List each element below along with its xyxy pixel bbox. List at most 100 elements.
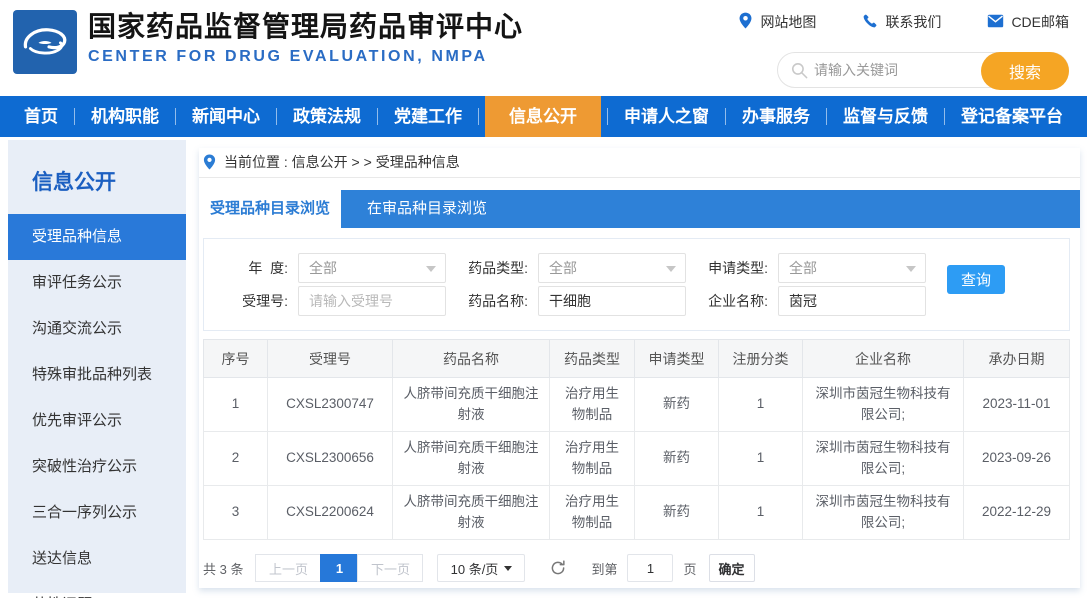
search-input[interactable] [814, 54, 984, 86]
table-cell: 新药 [635, 486, 719, 540]
sidebar-item-受理品种信息[interactable]: 受理品种信息 [8, 214, 186, 260]
table-cell: 治疗用生物制品 [550, 378, 635, 432]
drug-type-select[interactable]: 全部 [538, 253, 686, 283]
column-header-药品类型: 药品类型 [550, 340, 635, 378]
tab-bar: 受理品种目录浏览 在审品种目录浏览 [199, 190, 1080, 228]
drug-type-select-value: 全部 [549, 258, 577, 278]
tab-accepted-catalog[interactable]: 受理品种目录浏览 [199, 190, 341, 228]
nav-item-首页[interactable]: 首页 [14, 96, 68, 137]
apply-type-label: 申请类型: [696, 258, 768, 278]
table-cell: 深圳市茵冠生物科技有限公司; [803, 486, 964, 540]
sidebar-item-共性问题[interactable]: 共性问题 [8, 582, 186, 598]
table-cell: CXSL2300747 [268, 378, 393, 432]
tab-under-review-catalog[interactable]: 在审品种目录浏览 [341, 190, 513, 228]
location-pin-icon [203, 154, 216, 170]
site-title-block: 国家药品监督管理局药品审评中心 CENTER FOR DRUG EVALUATI… [88, 8, 523, 66]
column-header-承办日期: 承办日期 [964, 340, 1070, 378]
table-cell: 人脐带间充质干细胞注射液 [393, 486, 550, 540]
table-cell: 2023-11-01 [964, 378, 1070, 432]
table-header-row: 序号受理号药品名称药品类型申请类型注册分类企业名称承办日期 [204, 340, 1070, 378]
breadcrumb: 当前位置 : 信息公开 > > 受理品种信息 [199, 150, 1080, 178]
quick-link-CDE邮箱[interactable]: CDE邮箱 [987, 12, 1069, 32]
drug-name-filter-group: 药品名称: [456, 286, 686, 316]
sidebar-item-特殊审批品种列表[interactable]: 特殊审批品种列表 [8, 352, 186, 398]
location-pin-icon [738, 12, 753, 32]
confirm-button[interactable]: 确定 [709, 554, 755, 582]
page: 国家药品监督管理局药品审评中心 CENTER FOR DRUG EVALUATI… [0, 0, 1087, 598]
year-select[interactable]: 全部 [298, 253, 446, 283]
nav-item-办事服务[interactable]: 办事服务 [732, 96, 820, 137]
table-cell: 1 [719, 432, 803, 486]
table-row-3[interactable]: 3CXSL2200624人脐带间充质干细胞注射液治疗用生物制品新药1深圳市茵冠生… [204, 486, 1070, 540]
nav-separator [944, 108, 945, 125]
pagination: 共 3 条 上一页 1 下一页 10 条/页 到第 页 确定 [199, 554, 1080, 582]
sidebar-item-送达信息[interactable]: 送达信息 [8, 536, 186, 582]
apply-type-filter-group: 申请类型: 全部 [696, 253, 926, 283]
column-header-序号: 序号 [204, 340, 268, 378]
chevron-down-icon [666, 266, 676, 272]
cde-logo[interactable] [13, 10, 77, 74]
sidebar: 信息公开 受理品种信息审评任务公示沟通交流公示特殊审批品种列表优先审评公示突破性… [8, 140, 186, 593]
table-cell: CXSL2200624 [268, 486, 393, 540]
sidebar-title: 信息公开 [8, 140, 186, 214]
table-row-1[interactable]: 1CXSL2300747人脐带间充质干细胞注射液治疗用生物制品新药1深圳市茵冠生… [204, 378, 1070, 432]
sidebar-items: 受理品种信息审评任务公示沟通交流公示特殊审批品种列表优先审评公示突破性治疗公示三… [8, 214, 186, 598]
table-cell: 新药 [635, 378, 719, 432]
sidebar-item-突破性治疗公示[interactable]: 突破性治疗公示 [8, 444, 186, 490]
company-name-input[interactable] [778, 286, 926, 316]
company-name-filter-group: 企业名称: [696, 286, 926, 316]
goto-page-input[interactable] [627, 554, 673, 582]
drug-type-label: 药品类型: [456, 258, 528, 278]
nav-item-申请人之窗[interactable]: 申请人之窗 [614, 96, 719, 137]
nav-item-党建工作[interactable]: 党建工作 [384, 96, 472, 137]
acceptance-no-filter-group: 受理号: [216, 286, 446, 316]
acceptance-no-input[interactable] [298, 286, 446, 316]
table-cell: 治疗用生物制品 [550, 432, 635, 486]
sidebar-item-沟通交流公示[interactable]: 沟通交流公示 [8, 306, 186, 352]
page-size-select[interactable]: 10 条/页 [437, 554, 525, 582]
table-cell: 1 [204, 378, 268, 432]
column-header-申请类型: 申请类型 [635, 340, 719, 378]
sidebar-item-优先审评公示[interactable]: 优先审评公示 [8, 398, 186, 444]
main-nav: 首页机构职能新闻中心政策法规党建工作信息公开申请人之窗办事服务监督与反馈登记备案… [0, 96, 1087, 137]
refresh-icon[interactable] [549, 559, 567, 577]
page-size-value: 10 条/页 [451, 559, 499, 578]
sidebar-item-审评任务公示[interactable]: 审评任务公示 [8, 260, 186, 306]
apply-type-select[interactable]: 全部 [778, 253, 926, 283]
query-button[interactable]: 查询 [947, 265, 1005, 294]
nav-item-政策法规[interactable]: 政策法规 [283, 96, 371, 137]
nav-item-监督与反馈[interactable]: 监督与反馈 [833, 96, 938, 137]
nav-separator [276, 108, 277, 125]
quick-links: 网站地图 联系我们 CDE邮箱 [738, 12, 1069, 32]
nav-separator [478, 108, 479, 125]
nav-separator [725, 108, 726, 125]
table-row-2[interactable]: 2CXSL2300656人脐带间充质干细胞注射液治疗用生物制品新药1深圳市茵冠生… [204, 432, 1070, 486]
nav-separator [607, 108, 608, 125]
page-number-1[interactable]: 1 [320, 554, 358, 582]
nav-item-信息公开[interactable]: 信息公开 [485, 96, 601, 137]
apply-type-select-value: 全部 [789, 258, 817, 278]
quick-link-联系我们[interactable]: 联系我们 [862, 12, 941, 32]
nav-item-登记备案平台[interactable]: 登记备案平台 [951, 96, 1073, 137]
year-filter-group: 年 度: 全部 [216, 253, 446, 283]
nav-separator [175, 108, 176, 125]
quick-link-网站地图[interactable]: 网站地图 [738, 12, 816, 32]
breadcrumb-text: 当前位置 : 信息公开 > > 受理品种信息 [224, 152, 460, 172]
site-title: 国家药品监督管理局药品审评中心 [88, 8, 523, 46]
quick-link-label: 网站地图 [760, 12, 816, 32]
chevron-down-icon [504, 566, 512, 571]
next-page-button[interactable]: 下一页 [357, 554, 423, 582]
table-cell: 3 [204, 486, 268, 540]
nav-item-机构职能[interactable]: 机构职能 [81, 96, 169, 137]
sidebar-item-三合一序列公示[interactable]: 三合一序列公示 [8, 490, 186, 536]
year-label: 年 度: [216, 258, 288, 278]
chevron-down-icon [426, 266, 436, 272]
drug-name-input[interactable] [538, 286, 686, 316]
table-cell: 深圳市茵冠生物科技有限公司; [803, 432, 964, 486]
prev-page-button[interactable]: 上一页 [255, 554, 321, 582]
nav-separator [826, 108, 827, 125]
search-button[interactable]: 搜索 [981, 52, 1069, 90]
table-cell: 人脐带间充质干细胞注射液 [393, 432, 550, 486]
table-cell: CXSL2300656 [268, 432, 393, 486]
nav-item-新闻中心[interactable]: 新闻中心 [182, 96, 270, 137]
